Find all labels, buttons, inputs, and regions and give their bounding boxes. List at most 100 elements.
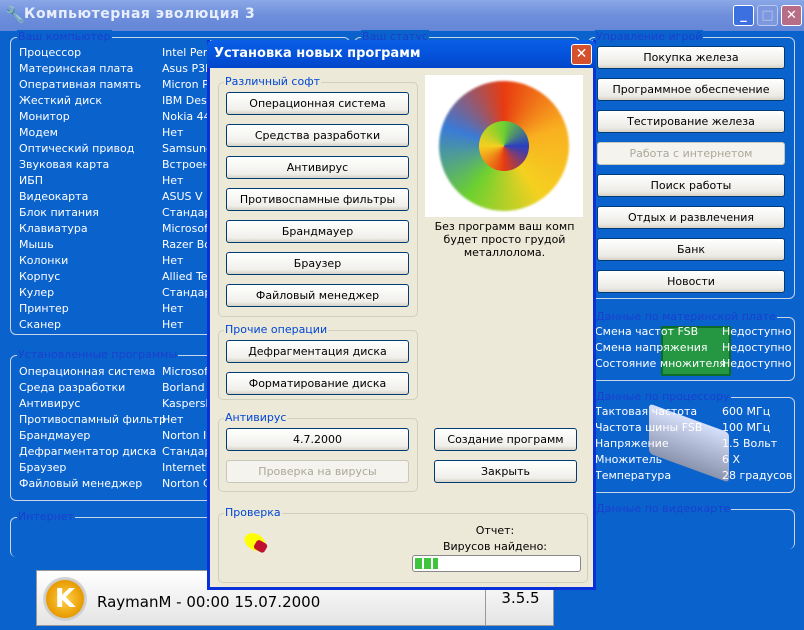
virus-scan-button[interactable]: Проверка на вирусы — [226, 460, 409, 483]
group-title: Прочие операции — [224, 323, 329, 337]
player-time-date: RaymanM - 00:00 15.07.2000 — [97, 593, 321, 611]
row-label: Файловый менеджер — [19, 477, 143, 490]
app-title: Компьютерная эволюция 3 — [24, 6, 256, 22]
row-label: Состояние множителя — [595, 357, 726, 370]
close-dialog-button[interactable]: Закрыть — [434, 460, 577, 483]
row-value: Nokia 445 — [162, 110, 208, 123]
game-button[interactable]: Тестирование железа — [597, 110, 785, 133]
row-value: Intel Pentium III — [162, 46, 208, 59]
row-value: Norton C — [162, 477, 208, 490]
game-button[interactable]: Отдых и развлечения — [597, 206, 785, 229]
row-value: Нет — [162, 318, 184, 331]
install-programs-dialog: Установка новых программ ✕ Различный соф… — [207, 40, 596, 590]
software-category-button[interactable]: Брандмауер — [226, 220, 409, 243]
row-value: Borland D — [162, 381, 208, 394]
software-category-button[interactable]: Браузер — [226, 252, 409, 275]
minimize-button[interactable]: _ — [733, 5, 754, 26]
report-label: Отчет: — [475, 524, 515, 537]
create-programs-button[interactable]: Создание программ — [434, 428, 577, 451]
row-label: Колонки — [19, 254, 69, 267]
row-value: Internet E — [162, 461, 208, 474]
format-disk-button[interactable]: Форматирование диска — [226, 372, 409, 395]
dialog-title-bar: Установка новых программ ✕ — [207, 40, 596, 68]
game-button[interactable]: Работа с интернетом — [597, 142, 785, 165]
row-label: Брандмауер — [19, 429, 91, 442]
row-value: Стандартный — [162, 445, 208, 458]
row-label: Материнская плата — [19, 62, 134, 75]
group-title: Ваш компьютер — [17, 30, 112, 44]
row-value: Micron PC100 — [162, 78, 208, 91]
row-value: Недоступно — [722, 341, 792, 354]
row-value: Нет — [162, 126, 184, 139]
software-category-button[interactable]: Операционная система — [226, 92, 409, 115]
group-title: Проверка — [224, 506, 282, 520]
maximize-button[interactable]: □ — [757, 5, 778, 26]
close-button[interactable]: ✕ — [781, 5, 802, 26]
row-label: Видеокарта — [19, 190, 89, 203]
row-value: Недоступно — [722, 325, 792, 338]
row-value: IBM Deskstar — [162, 94, 208, 107]
row-label: Дефрагментатор диска — [19, 445, 157, 458]
antivirus-version-button[interactable]: 4.7.2000 — [226, 428, 409, 451]
row-label: Смена частот FSB — [595, 325, 699, 338]
wrench-icon: 🔧 — [5, 5, 25, 24]
software-category-button[interactable]: Средства разработки — [226, 124, 409, 147]
row-value: Нет — [162, 254, 184, 267]
row-label: Оптический привод — [19, 142, 135, 155]
row-label: Сканер — [19, 318, 62, 331]
software-category-button[interactable]: Файловый менеджер — [226, 284, 409, 307]
group-title: Различный софт — [224, 75, 322, 89]
row-label: Звуковая карта — [19, 158, 110, 171]
title-bar: 🔧 Компьютерная эволюция 3 _ □ ✕ — [0, 0, 804, 31]
game-button[interactable]: Новости — [597, 270, 785, 293]
group-title: Данные по процессору — [595, 390, 731, 404]
game-button[interactable]: Поиск работы — [597, 174, 785, 197]
row-value: 600 МГц — [722, 405, 771, 418]
row-value: Norton I — [162, 429, 207, 442]
dialog-title: Установка новых программ — [214, 46, 421, 61]
row-label: Оперативная память — [19, 78, 142, 91]
row-value: Стандартный — [162, 206, 208, 219]
row-value: Razer Boomslang — [162, 238, 208, 251]
video-group: Данные по видеокарте — [588, 502, 795, 549]
dialog-close-button[interactable]: ✕ — [571, 44, 592, 65]
kde-logo-icon: K — [43, 577, 87, 621]
row-value: 100 МГц — [722, 421, 771, 434]
row-value: 1.5 Вольт — [722, 437, 778, 450]
row-label: Браузер — [19, 461, 67, 474]
row-value: Allied Tech — [162, 270, 208, 283]
row-value: Нет — [162, 174, 184, 187]
progress-fill — [415, 558, 438, 569]
row-label: Противоспамный фильтр — [19, 413, 167, 426]
row-value: Нет — [162, 302, 184, 315]
software-category-button[interactable]: Антивирус — [226, 156, 409, 179]
group-title: Интернет — [17, 510, 75, 524]
game-button[interactable]: Программное обеспечение — [597, 78, 785, 101]
row-value: 6 X — [722, 453, 741, 466]
row-label: Кулер — [19, 286, 55, 299]
row-label: Тактовая частота — [595, 405, 698, 418]
row-label: Корпус — [19, 270, 61, 283]
row-value: ASUS V — [162, 190, 203, 203]
row-value: Недоступно — [722, 357, 792, 370]
row-label: Модем — [19, 126, 58, 139]
group-title: Данные по материнской плате — [595, 310, 777, 324]
row-label: Принтер — [19, 302, 69, 315]
row-value: Microsoft — [162, 365, 208, 378]
group-title: Данные по видеокарте — [595, 502, 732, 516]
row-label: Частота шины FSB — [595, 421, 703, 434]
row-value: Asus P3B — [162, 62, 208, 75]
row-value: Kaspersky — [162, 397, 208, 410]
viruses-found-label: Вирусов найдено: — [442, 540, 548, 553]
row-label: Множитель — [595, 453, 663, 466]
row-label: Антивирус — [19, 397, 81, 410]
software-category-button[interactable]: Противоспамные фильтры — [226, 188, 409, 211]
row-label: Среда разработки — [19, 381, 126, 394]
row-value: Samsung — [162, 142, 208, 155]
row-label: Напряжение — [595, 437, 669, 450]
game-button[interactable]: Банк — [597, 238, 785, 261]
game-button[interactable]: Покупка железа — [597, 46, 785, 69]
row-label: Процессор — [19, 46, 82, 59]
group-title: Установленные программы — [17, 348, 179, 362]
defragment-button[interactable]: Дефрагментация диска — [226, 340, 409, 363]
